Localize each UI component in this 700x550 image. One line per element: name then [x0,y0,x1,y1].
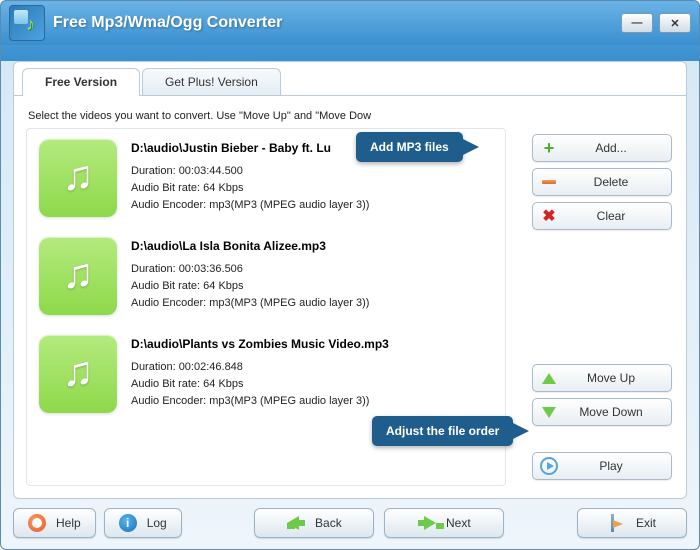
file-info: D:\audio\La Isla Bonita Alizee.mp3 Durat… [131,237,493,315]
file-encoder: Audio Encoder: mp3(MP3 (MPEG audio layer… [131,295,493,312]
file-duration: Duration: 00:03:36.506 [131,261,493,278]
moveup-label: Move Up [569,371,663,385]
add-label: Add... [569,141,663,155]
close-button[interactable]: ✕ [659,13,691,33]
arrow-right-icon [418,514,436,532]
plus-icon: + [539,138,559,158]
help-label: Help [56,516,81,530]
list-item[interactable]: D:\audio\Plants vs Zombies Music Video.m… [27,325,505,423]
movedown-label: Move Down [569,405,663,419]
delete-button[interactable]: Delete [532,168,672,196]
play-icon [539,456,559,476]
file-meta: Duration: 00:03:44.500 Audio Bit rate: 6… [131,163,493,214]
play-button[interactable]: Play [532,452,672,480]
file-encoder: Audio Encoder: mp3(MP3 (MPEG audio layer… [131,393,493,410]
minimize-button[interactable]: — [621,13,653,33]
music-file-icon [39,139,117,217]
callout-add-files: Add MP3 files [356,132,463,162]
clear-button[interactable]: ✖ Clear [532,202,672,230]
music-file-icon [39,237,117,315]
add-button[interactable]: + Add... [532,134,672,162]
window-controls: — ✕ [621,13,691,33]
file-path: D:\audio\Plants vs Zombies Music Video.m… [131,337,493,351]
file-duration: Duration: 00:03:44.500 [131,163,493,180]
help-icon [28,514,46,532]
log-button[interactable]: i Log [104,508,182,538]
help-button[interactable]: Help [13,508,96,538]
callout-file-order: Adjust the file order [372,416,513,446]
move-up-button[interactable]: Move Up [532,364,672,392]
app-icon [9,5,45,41]
clear-label: Clear [569,209,663,223]
list-item[interactable]: D:\audio\La Isla Bonita Alizee.mp3 Durat… [27,227,505,325]
tab-strip: Free Version Get Plus! Version [14,62,686,96]
arrow-down-icon [539,402,559,422]
content-panel: Free Version Get Plus! Version Select th… [13,61,687,499]
exit-label: Exit [636,516,656,530]
tab-body: Select the videos you want to convert. U… [14,95,686,498]
move-down-button[interactable]: Move Down [532,398,672,426]
back-label: Back [315,516,342,530]
file-path: D:\audio\La Isla Bonita Alizee.mp3 [131,239,493,253]
file-bitrate: Audio Bit rate: 64 Kbps [131,180,493,197]
minus-icon [539,172,559,192]
tab-plus-version[interactable]: Get Plus! Version [142,68,281,96]
file-meta: Duration: 00:03:36.506 Audio Bit rate: 6… [131,261,493,312]
log-label: Log [147,516,167,530]
x-icon: ✖ [539,206,559,226]
back-button[interactable]: Back [254,508,374,538]
tab-free-version[interactable]: Free Version [22,68,140,96]
info-icon: i [119,514,137,532]
arrow-up-icon [539,368,559,388]
app-window: Free Mp3/Wma/Ogg Converter — ✕ Free Vers… [0,0,700,550]
file-bitrate: Audio Bit rate: 64 Kbps [131,278,493,295]
side-buttons-top: + Add... Delete ✖ Clear [532,134,672,230]
bottom-bar: Help i Log Back Next Exit [13,505,687,541]
instruction-text: Select the videos you want to convert. U… [28,110,674,122]
exit-icon [608,514,626,532]
app-title: Free Mp3/Wma/Ogg Converter [53,14,621,32]
file-meta: Duration: 00:02:46.848 Audio Bit rate: 6… [131,359,493,410]
arrow-left-icon [287,514,305,532]
next-label: Next [446,516,471,530]
delete-label: Delete [569,175,663,189]
next-button[interactable]: Next [384,508,504,538]
titlebar: Free Mp3/Wma/Ogg Converter — ✕ [1,1,699,45]
music-file-icon [39,335,117,413]
file-bitrate: Audio Bit rate: 64 Kbps [131,376,493,393]
file-info: D:\audio\Plants vs Zombies Music Video.m… [131,335,493,413]
side-buttons-play: Play [532,452,672,480]
exit-button[interactable]: Exit [577,508,687,538]
side-buttons-order: Move Up Move Down [532,364,672,426]
file-duration: Duration: 00:02:46.848 [131,359,493,376]
play-label: Play [569,459,663,473]
file-encoder: Audio Encoder: mp3(MP3 (MPEG audio layer… [131,197,493,214]
